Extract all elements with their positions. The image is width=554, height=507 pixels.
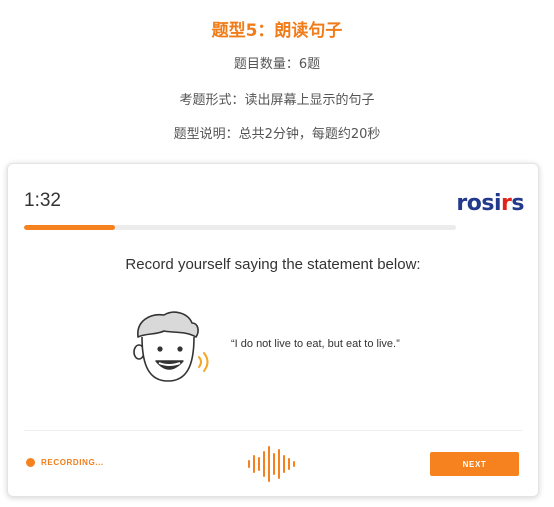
brand-logo: rosirs (456, 191, 524, 216)
progress-bar-fill (24, 225, 115, 230)
question-description: 题型说明：总共2分钟，每题约20秒 (173, 127, 381, 142)
recording-status: RECORDING... (26, 458, 104, 467)
progress-bar (24, 225, 456, 230)
divider (24, 430, 522, 431)
question-card: 1:32 rosirs Record yourself saying the s… (7, 163, 539, 497)
recording-label: RECORDING... (41, 458, 104, 467)
statement-text: “I do not live to eat, but eat to live.” (231, 338, 400, 350)
logo-text-tail: s (511, 191, 524, 216)
countdown-timer: 1:32 (24, 190, 61, 211)
logo-text-main: rosi (456, 191, 502, 216)
logo-text-accent: r (501, 191, 512, 216)
question-count: 题目数量：6题 (233, 57, 321, 72)
speaking-face-icon (133, 311, 209, 382)
sound-wave-icon (248, 446, 295, 482)
next-button[interactable]: NEXT (430, 452, 519, 476)
recording-dot-icon (26, 458, 35, 467)
question-format: 考题形式：读出屏幕上显示的句子 (179, 93, 375, 108)
instruction-text: Record yourself saying the statement bel… (125, 256, 421, 273)
page-title: 题型5：朗读句子 (211, 21, 343, 41)
